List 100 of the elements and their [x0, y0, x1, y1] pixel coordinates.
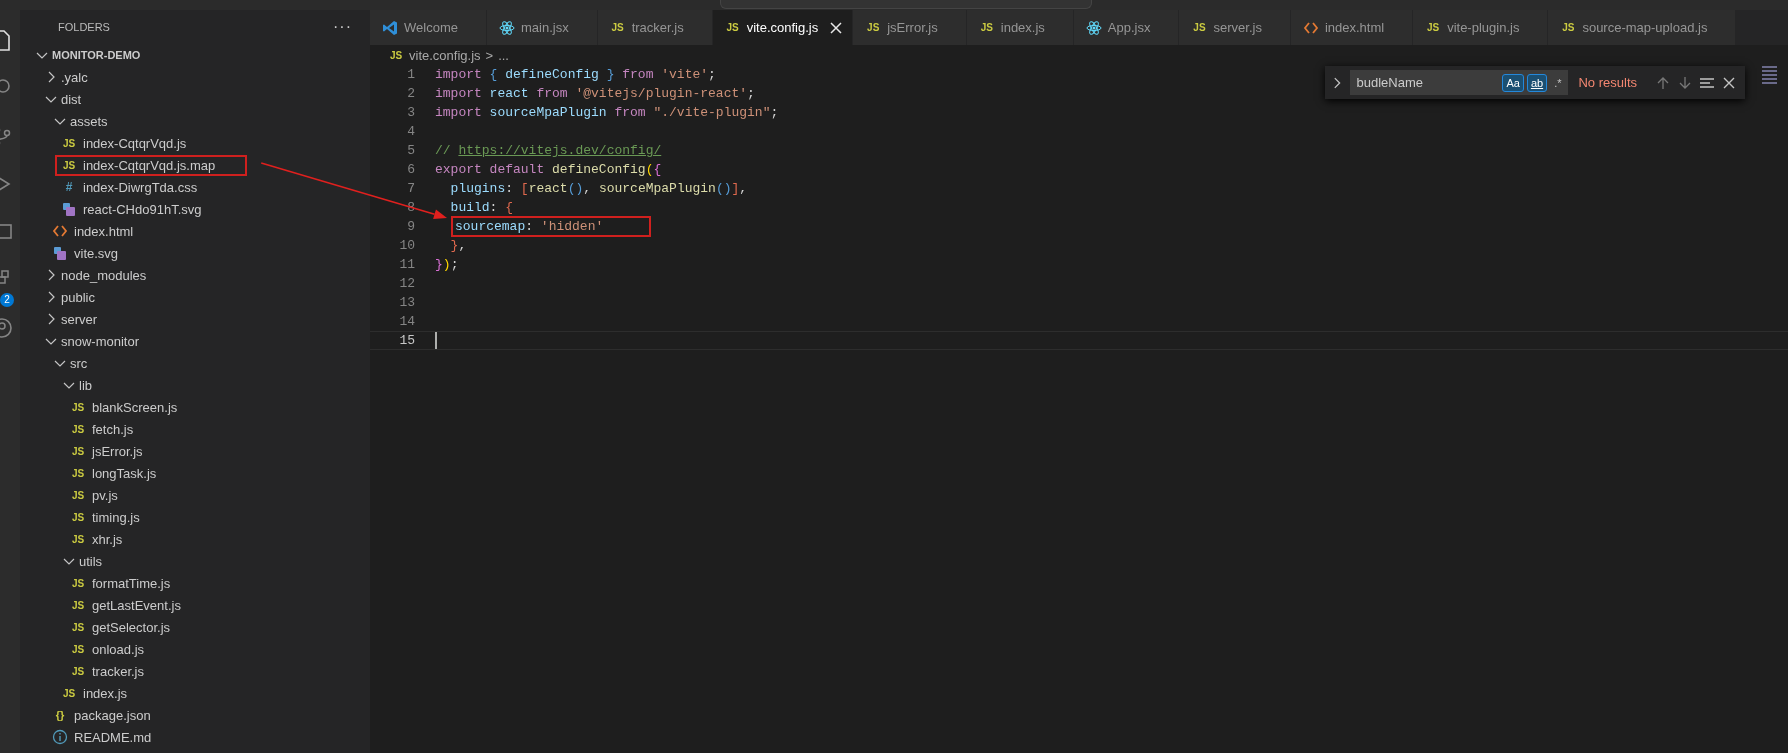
folder-name[interactable]: server: [61, 311, 98, 327]
arrow-down-icon[interactable]: [1677, 74, 1693, 91]
file-name[interactable]: index-DiwrgTda.css: [83, 179, 198, 195]
code-brackets-icon: [52, 223, 68, 239]
folder-name[interactable]: MONITOR-DEMO: [52, 49, 141, 61]
js-file-icon: JS: [70, 467, 86, 479]
file-name[interactable]: xhr.js: [92, 531, 123, 547]
vscode-logo-icon: [382, 19, 398, 36]
close-icon[interactable]: [828, 19, 845, 36]
code-line: });: [435, 257, 459, 272]
js-file-icon: JS: [70, 423, 86, 435]
file-name[interactable]: onload.js: [92, 641, 145, 657]
file-name[interactable]: formatTime.js: [92, 575, 171, 591]
line-number: 1: [406, 67, 415, 82]
file-name[interactable]: index.html: [74, 223, 134, 239]
file-name[interactable]: longTask.js: [92, 465, 157, 481]
tab[interactable]: main.jsx: [486, 10, 598, 45]
sidebar-title: FOLDERS: [58, 21, 110, 33]
breadcrumb-item[interactable]: vite.config.js: [409, 47, 481, 63]
file-name[interactable]: blankScreen.js: [92, 399, 178, 415]
js-file-icon: JS: [70, 643, 86, 655]
js-file-icon: JS: [609, 22, 626, 33]
file-name[interactable]: timing.js: [92, 509, 140, 525]
folder-name[interactable]: dist: [61, 91, 82, 107]
js-file-icon: JS: [70, 511, 86, 523]
image-file-icon: [61, 201, 77, 217]
tab[interactable]: JS source-map-upload.js: [1548, 10, 1737, 45]
file-name[interactable]: jsError.js: [92, 443, 143, 459]
image-file-icon: [52, 245, 68, 261]
find-field[interactable]: budleName Aa ab .*: [1350, 70, 1569, 95]
folder-name[interactable]: snow-monitor: [61, 333, 140, 349]
react-atom-icon: [498, 19, 515, 36]
link[interactable]: https://vitejs.dev/config/: [458, 143, 662, 158]
code-line: sourcemap: 'hidden': [455, 219, 604, 234]
folder-name[interactable]: src: [70, 355, 88, 371]
file-name[interactable]: tracker.js: [92, 663, 144, 679]
result-text: No results: [1578, 75, 1637, 90]
js-file-icon: JS: [61, 159, 77, 171]
line-number: 3: [406, 105, 415, 120]
file-name[interactable]: index.js: [83, 685, 128, 701]
file-name[interactable]: react-CHdo91hT.svg: [83, 201, 202, 217]
tab[interactable]: Welcome: [370, 10, 487, 45]
js-file-icon: JS: [70, 445, 86, 457]
line-number: 9: [406, 219, 415, 234]
info-icon: [52, 729, 68, 745]
tab[interactable]: JS vite.config.js: [712, 10, 854, 45]
line-number: 2: [406, 86, 415, 101]
code-line: },: [449, 238, 467, 253]
js-file-icon: JS: [70, 621, 86, 633]
json-file-icon: {}: [52, 709, 68, 721]
js-file-icon: JS: [70, 401, 86, 413]
js-file-icon: JS: [1560, 22, 1577, 33]
file-name[interactable]: getLastEvent.js: [92, 597, 181, 613]
file-name[interactable]: vite.svg: [74, 245, 119, 261]
js-file-icon: JS: [70, 489, 86, 501]
file-name[interactable]: pv.js: [92, 487, 118, 503]
breadcrumb-separator: >: [485, 47, 494, 63]
js-file-icon: JS: [61, 687, 77, 699]
file-name[interactable]: fetch.js: [92, 421, 134, 437]
line-number: 15: [398, 333, 415, 348]
line-number: 11: [398, 257, 415, 272]
tab[interactable]: App.jsx: [1073, 10, 1180, 45]
folder-name[interactable]: assets: [70, 113, 108, 129]
tab[interactable]: JS server.js: [1179, 10, 1291, 45]
folder-name[interactable]: lib: [79, 377, 92, 393]
js-file-icon: JS: [70, 599, 86, 611]
file-name[interactable]: index-CqtqrVqd.js.map: [83, 157, 216, 173]
toggle-button[interactable]: Aa: [1502, 73, 1524, 92]
line-number: 13: [398, 295, 415, 310]
code-line: plugins: [react(), sourceMpaPlugin()],: [449, 181, 748, 196]
tab[interactable]: JS tracker.js: [597, 10, 713, 45]
line-number: 14: [398, 314, 415, 329]
folder-name[interactable]: node_modules: [61, 267, 147, 283]
breadcrumb-item[interactable]: ...: [498, 47, 509, 63]
js-file-icon: JS: [978, 22, 995, 33]
tab[interactable]: JS vite-plugin.js: [1413, 10, 1549, 45]
tab[interactable]: JS jsError.js: [853, 10, 967, 45]
js-file-icon: JS: [1425, 22, 1442, 33]
file-name[interactable]: package.json: [74, 707, 151, 723]
more-actions-button[interactable]: ···: [333, 18, 352, 36]
toggle-button[interactable]: ab: [1526, 73, 1548, 92]
file-name[interactable]: index-CqtqrVqd.js: [83, 135, 187, 151]
css-file-icon: #: [61, 180, 77, 194]
folder-name[interactable]: .yalc: [61, 69, 88, 85]
toggle-button[interactable]: .*: [1550, 73, 1566, 92]
js-file-icon: JS: [388, 49, 404, 61]
folder-name[interactable]: utils: [79, 553, 103, 569]
line-number: 5: [406, 143, 415, 158]
js-file-icon: JS: [70, 665, 86, 677]
code-line: // https://vitejs.dev/config/: [435, 143, 662, 158]
code-line: export default defineConfig({: [435, 162, 662, 177]
code-line: import react from '@vitejs/plugin-react';: [435, 86, 755, 101]
js-file-icon: JS: [865, 22, 882, 33]
folder-name[interactable]: public: [61, 289, 95, 305]
tab[interactable]: JS index.js: [966, 10, 1074, 45]
line-number: 4: [406, 124, 415, 139]
file-name[interactable]: getSelector.js: [92, 619, 171, 635]
file-name[interactable]: README.md: [74, 729, 152, 745]
tab[interactable]: index.html: [1290, 10, 1414, 45]
js-file-icon: JS: [70, 533, 86, 545]
